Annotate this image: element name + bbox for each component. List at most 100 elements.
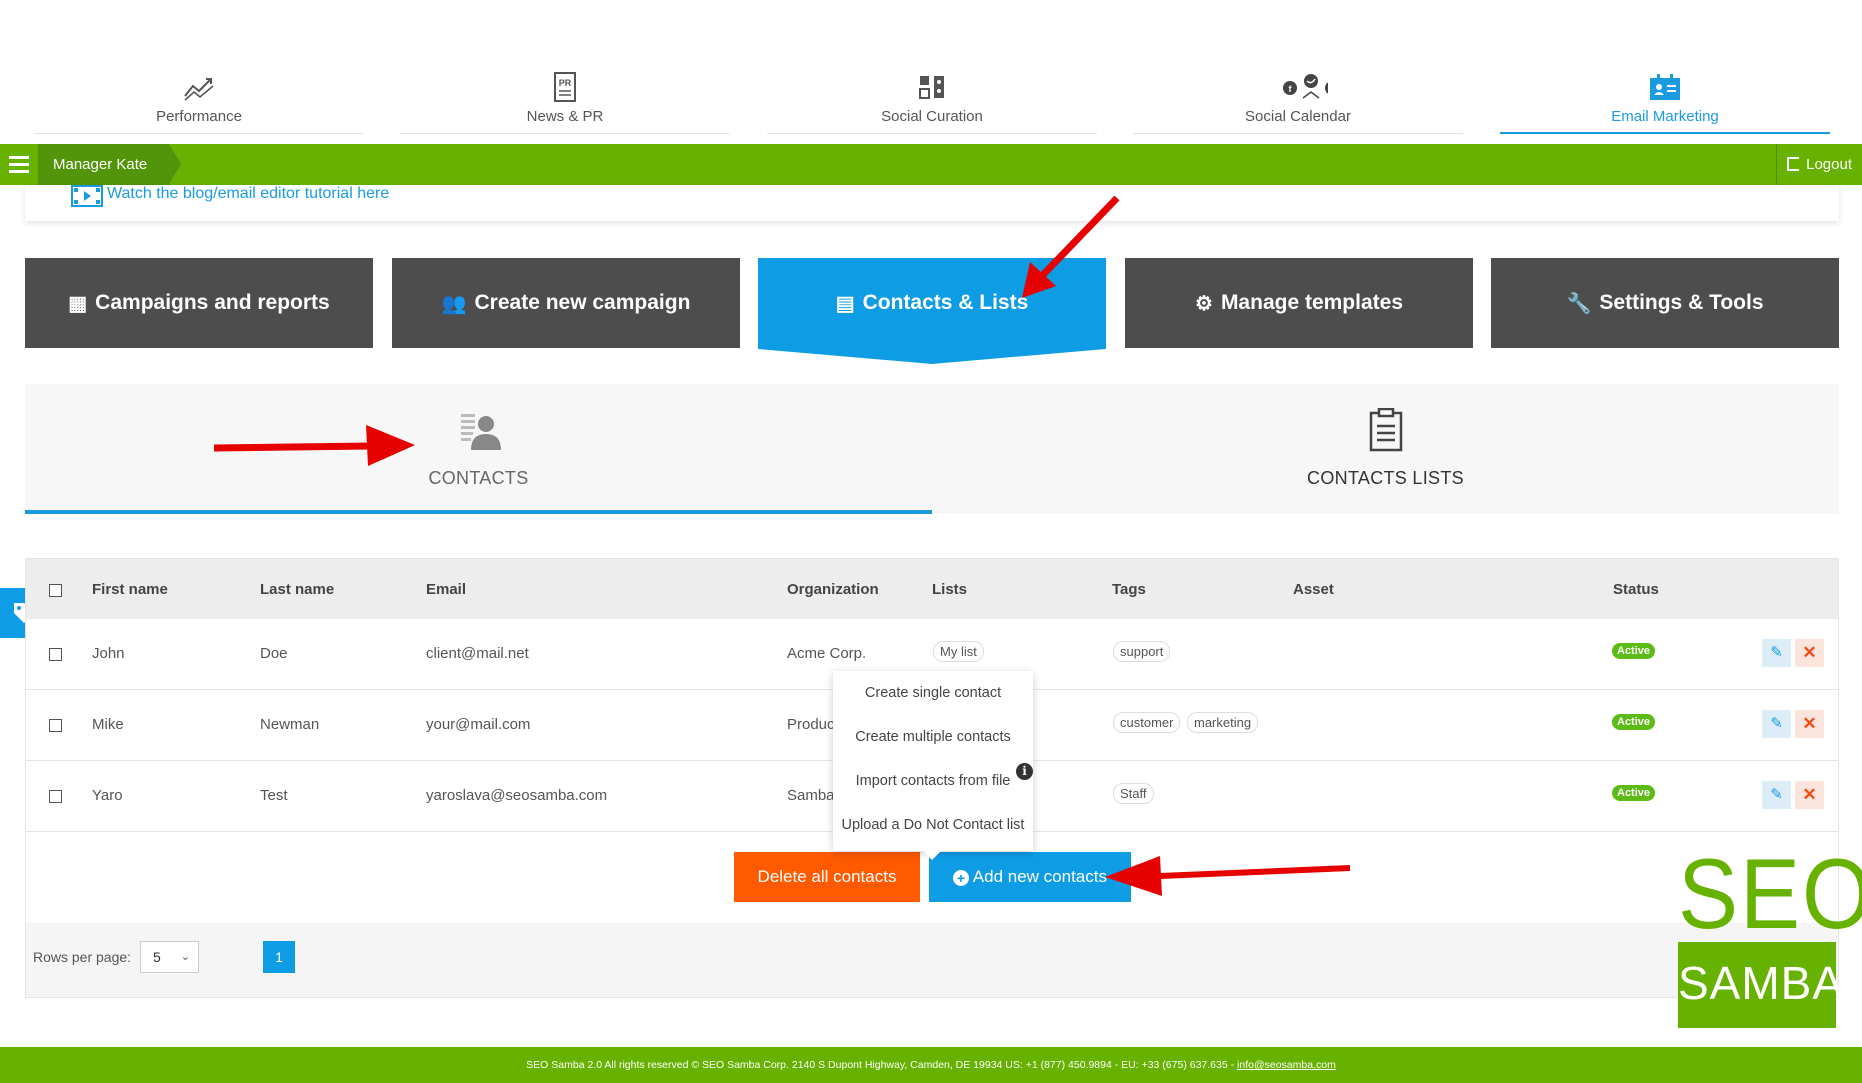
address-book-icon: ▤ bbox=[835, 292, 855, 315]
edit-pencil-icon[interactable]: ✎ bbox=[1762, 710, 1791, 738]
logo-seo-text: SEO bbox=[1678, 840, 1862, 950]
info-icon[interactable]: i bbox=[1016, 763, 1033, 780]
menu-item-create-single[interactable]: Create single contact bbox=[833, 685, 1033, 701]
cell-last-name: Newman bbox=[260, 716, 320, 733]
menu-item-upload-dnc[interactable]: Upload a Do Not Contact list bbox=[833, 817, 1033, 833]
nav-performance[interactable]: Performance bbox=[34, 60, 364, 134]
nav-email-marketing[interactable]: Email Marketing bbox=[1500, 60, 1830, 134]
cell-organization: Acme Corp. bbox=[787, 645, 867, 662]
tutorial-strip: Watch the blog/email editor tutorial her… bbox=[25, 185, 1839, 221]
tutorial-link[interactable]: Watch the blog/email editor tutorial her… bbox=[107, 185, 389, 203]
th-tags: Tags bbox=[1112, 581, 1146, 598]
cell-first-name: Mike bbox=[92, 716, 124, 733]
nav-social-calendar[interactable]: fin Social Calendar bbox=[1133, 60, 1463, 134]
nav-label: News & PR bbox=[526, 108, 604, 125]
clipboard-list-icon bbox=[1369, 408, 1403, 452]
row-checkbox[interactable] bbox=[49, 648, 62, 661]
subtab-contacts-lists[interactable]: CONTACTS LISTS bbox=[932, 384, 1839, 514]
delete-x-icon[interactable]: ✕ bbox=[1795, 781, 1824, 809]
nav-label: Social Calendar bbox=[1245, 108, 1351, 125]
hamburger-menu-icon[interactable] bbox=[0, 144, 38, 185]
tag-pill: customer bbox=[1113, 712, 1181, 733]
rows-per-page-value: 5 bbox=[153, 949, 161, 965]
logout-icon bbox=[1786, 157, 1799, 171]
nav-label: Social Curation bbox=[881, 108, 983, 125]
plus-circle-icon: + bbox=[953, 870, 969, 886]
menu-item-create-multiple[interactable]: Create multiple contacts bbox=[833, 729, 1033, 745]
breadcrumb[interactable]: Manager Kate bbox=[38, 144, 182, 185]
nav-social-curation[interactable]: Social Curation bbox=[767, 60, 1097, 134]
footer-text: SEO Samba 2.0 All rights reserved © SEO … bbox=[526, 1059, 1238, 1071]
tab-campaigns-reports[interactable]: ▦ Campaigns and reports bbox=[25, 258, 373, 348]
th-asset: Asset bbox=[1293, 581, 1334, 598]
tab-label: Create new campaign bbox=[474, 291, 691, 314]
tab-label: Campaigns and reports bbox=[95, 291, 330, 314]
pr-document-icon: PR bbox=[554, 72, 576, 102]
page-button[interactable]: 1 bbox=[263, 941, 295, 973]
top-green-bar: Manager Kate Logout bbox=[0, 144, 1862, 185]
social-networks-icon: fin bbox=[1283, 74, 1328, 99]
tab-settings-tools[interactable]: 🔧 Settings & Tools bbox=[1491, 258, 1839, 348]
delete-all-contacts-button[interactable]: Delete all contacts bbox=[734, 852, 920, 902]
select-all-checkbox[interactable] bbox=[49, 584, 62, 597]
cell-first-name: Yaro bbox=[92, 787, 123, 804]
edit-pencil-icon[interactable]: ✎ bbox=[1762, 639, 1791, 667]
row-checkbox[interactable] bbox=[49, 790, 62, 803]
status-badge: Active bbox=[1612, 785, 1656, 801]
delete-x-icon[interactable]: ✕ bbox=[1795, 710, 1824, 738]
chart-trend-icon bbox=[184, 78, 214, 101]
social-curation-icon bbox=[919, 76, 944, 99]
logo-samba-text: SAMBA bbox=[1678, 957, 1845, 1009]
users-icon: 👥 bbox=[441, 292, 467, 315]
status-badge: Active bbox=[1612, 714, 1656, 730]
nav-news-pr[interactable]: PR News & PR bbox=[400, 60, 730, 134]
contacts-icon bbox=[461, 414, 501, 450]
th-organization[interactable]: Organization bbox=[787, 581, 879, 598]
subtab-label: CONTACTS LISTS bbox=[1307, 468, 1464, 488]
table-footer: Rows per page: 5 ⌄ 1 bbox=[26, 923, 1838, 997]
cell-last-name: Doe bbox=[260, 645, 288, 662]
cell-email: your@mail.com bbox=[426, 716, 531, 733]
th-first-name[interactable]: First name bbox=[92, 581, 168, 598]
tab-create-campaign[interactable]: 👥 Create new campaign bbox=[392, 258, 740, 348]
edit-pencil-icon[interactable]: ✎ bbox=[1762, 781, 1791, 809]
nav-label: Performance bbox=[156, 108, 242, 125]
gear-icon: ⚙ bbox=[1195, 292, 1213, 315]
email-contact-card-icon bbox=[1650, 74, 1680, 100]
menu-item-import-file[interactable]: Import contacts from file bbox=[833, 773, 1033, 789]
delete-x-icon[interactable]: ✕ bbox=[1795, 639, 1824, 667]
th-email[interactable]: Email bbox=[426, 581, 466, 598]
th-status[interactable]: Status bbox=[1613, 581, 1659, 598]
cell-last-name: Test bbox=[260, 787, 288, 804]
active-tab-pointer bbox=[758, 348, 1106, 364]
cell-first-name: John bbox=[92, 645, 125, 662]
campaigns-icon: ▦ bbox=[68, 292, 88, 315]
wrench-icon: 🔧 bbox=[1566, 292, 1592, 315]
list-pill: My list bbox=[933, 641, 984, 662]
tab-label: Settings & Tools bbox=[1599, 291, 1764, 314]
tag-pill: marketing bbox=[1187, 712, 1259, 733]
tab-label: Contacts & Lists bbox=[862, 291, 1029, 314]
logout-label: Logout bbox=[1806, 156, 1852, 173]
tab-label: Manage templates bbox=[1220, 291, 1403, 314]
footer-email-link[interactable]: info@seosamba.com bbox=[1237, 1059, 1336, 1071]
rows-per-page-label: Rows per page: bbox=[33, 949, 132, 965]
th-lists: Lists bbox=[932, 581, 968, 598]
film-icon bbox=[71, 185, 103, 207]
subtab-label: CONTACTS bbox=[428, 468, 529, 488]
chevron-down-icon: ⌄ bbox=[180, 951, 190, 963]
th-last-name[interactable]: Last name bbox=[260, 581, 334, 598]
tag-pill: support bbox=[1113, 641, 1171, 662]
cell-email: yaroslava@seosamba.com bbox=[426, 787, 608, 804]
row-checkbox[interactable] bbox=[49, 719, 62, 732]
tab-manage-templates[interactable]: ⚙ Manage templates bbox=[1125, 258, 1473, 348]
tab-contacts-lists[interactable]: ▤ Contacts & Lists bbox=[758, 258, 1106, 348]
rows-per-page-select[interactable]: 5 ⌄ bbox=[140, 941, 199, 973]
cell-organization: Produc bbox=[787, 716, 835, 733]
subtab-contacts[interactable]: CONTACTS bbox=[25, 384, 932, 514]
logout-button[interactable]: Logout bbox=[1775, 144, 1862, 185]
footer-bar: SEO Samba 2.0 All rights reserved © SEO … bbox=[0, 1047, 1862, 1083]
tag-pill: Staff bbox=[1113, 783, 1154, 804]
add-contacts-dropdown: Create single contact Create multiple co… bbox=[833, 671, 1033, 860]
add-new-contacts-button[interactable]: + Add new contacts bbox=[929, 852, 1131, 902]
